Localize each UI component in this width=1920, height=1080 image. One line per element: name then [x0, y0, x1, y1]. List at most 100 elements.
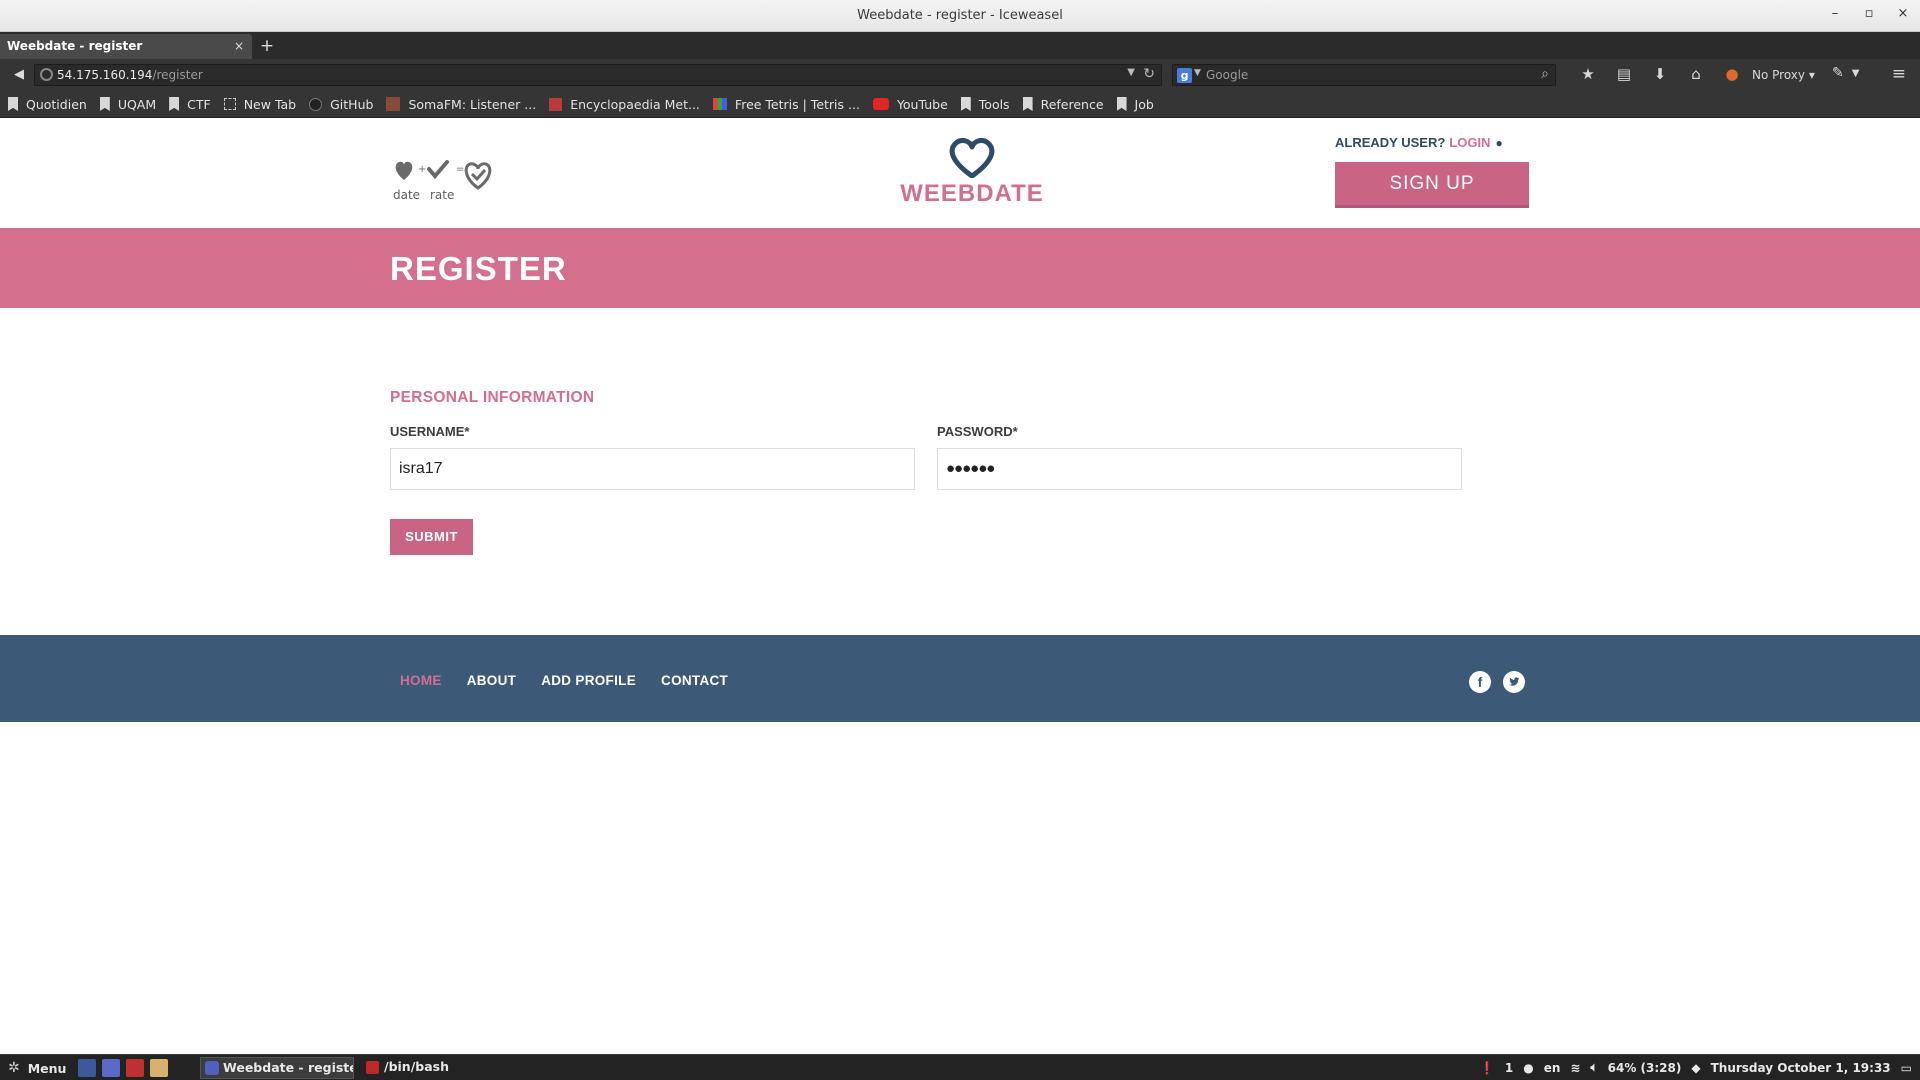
notification-count: 1 — [1504, 1060, 1514, 1075]
pen-tool-icon[interactable]: ✎ — [1832, 65, 1844, 81]
tetris-icon — [712, 98, 727, 110]
brand-logo[interactable]: WEEBDATE — [900, 136, 1044, 207]
taskbar-item-label: /bin/bash — [384, 1059, 449, 1074]
extension-icon[interactable]: ● — [1714, 65, 1750, 83]
gear-icon: ✲ — [8, 1060, 20, 1076]
password-input[interactable]: ●●●●●● — [937, 448, 1462, 490]
username-input[interactable] — [390, 448, 915, 490]
date-plus-rate-icon: + = — [395, 160, 492, 190]
footer-link-about[interactable]: ABOUT — [467, 673, 517, 688]
reload-icon[interactable]: ↻ — [1143, 66, 1155, 82]
terminal-icon — [366, 1061, 379, 1074]
new-tab-button[interactable]: + — [255, 34, 279, 59]
footer-link-contact[interactable]: CONTACT — [661, 673, 728, 688]
site-header: + = date rate WEEBDATE ALREADY USER? LOGI… — [0, 118, 1920, 228]
minimize-button[interactable]: – — [1828, 6, 1842, 21]
bookmark-reference[interactable]: Reference — [1022, 96, 1104, 112]
proxy-selector[interactable]: No Proxy ▾ — [1752, 68, 1815, 82]
reading-list-icon[interactable]: ▤ — [1606, 65, 1642, 83]
chat-icon[interactable]: ◆ — [1691, 1061, 1700, 1075]
bookmark-label: Tools — [978, 96, 1010, 112]
bookmark-label: UQAM — [117, 96, 157, 112]
password-label: PASSWORD* — [937, 424, 1018, 439]
logo-rate-label: rate — [430, 188, 455, 202]
desktop-taskbar: ✲ Menu Weebdate - register ... /bin/bash… — [0, 1054, 1920, 1080]
clock[interactable]: Thursday October 1, 19:33 — [1711, 1061, 1891, 1075]
pen-tool-dropdown-icon[interactable]: ▼ — [1852, 68, 1860, 79]
already-user-label: ALREADY USER? — [1335, 135, 1446, 150]
hamburger-menu-icon[interactable]: ≡ — [1892, 64, 1906, 84]
google-engine-icon[interactable]: g — [1177, 68, 1192, 83]
close-window-button[interactable]: × — [1896, 6, 1910, 21]
notification-icon[interactable]: ❗ — [1480, 1061, 1495, 1075]
footer-link-add-profile[interactable]: ADD PROFILE — [541, 673, 636, 688]
folder-icon — [1022, 97, 1033, 111]
bookmark-encyclopaedia[interactable]: Encyclopaedia Met... — [549, 97, 700, 112]
maximize-button[interactable]: ▫ — [1862, 6, 1876, 21]
bookmark-label: Reference — [1040, 96, 1104, 112]
twitter-icon[interactable] — [1503, 671, 1525, 693]
tab-weebdate-register[interactable]: Weebdate - register × — [0, 34, 252, 59]
bookmark-ctf[interactable]: CTF — [169, 97, 211, 112]
bookmark-tetris[interactable]: Free Tetris | Tetris ... — [712, 97, 860, 112]
taskbar-item-browser[interactable]: Weebdate - register ... — [200, 1057, 354, 1079]
system-tray: ❗ 1 ● en ≋ 🔈︎ 64% (3:28) ◆ Thursday Octo… — [1480, 1060, 1912, 1075]
bookmark-label: Encyclopaedia Met... — [570, 96, 700, 112]
user-icon[interactable]: ● — [1495, 136, 1502, 150]
back-arrow-icon[interactable]: ◀ — [8, 65, 30, 85]
bookmark-github[interactable]: GitHub — [309, 97, 373, 112]
taskbar-item-label: Weebdate - register ... — [223, 1060, 353, 1075]
section-title: PERSONAL INFORMATION — [390, 389, 595, 406]
browser-icon[interactable] — [102, 1059, 120, 1077]
bookmark-label: New Tab — [243, 96, 297, 112]
toolbar-icons: ★ ▤ ⬇ ⌂ ● — [1570, 65, 1750, 83]
bookmark-new-tab[interactable]: New Tab — [223, 96, 297, 112]
terminal-icon[interactable] — [126, 1059, 144, 1077]
start-menu-label: Menu — [27, 1060, 67, 1076]
window-controls: – ▫ × — [1828, 6, 1910, 21]
search-bar[interactable]: g ▼ ⌕ — [1172, 64, 1556, 86]
already-user-text: ALREADY USER? LOGIN ● — [1335, 135, 1503, 150]
bookmark-tools[interactable]: Tools — [960, 96, 1010, 112]
show-desktop-icon[interactable]: ▭ — [1901, 1061, 1912, 1075]
taskbar-item-terminal[interactable]: /bin/bash — [362, 1057, 502, 1079]
bookmark-quotidien[interactable]: Quotidien — [8, 97, 87, 112]
bookmark-somafm[interactable]: SomaFM: Listener ... — [386, 97, 536, 112]
window-titlebar: Weebdate - register - Iceweasel – ▫ × — [0, 0, 1920, 32]
submit-button[interactable]: SUBMIT — [390, 519, 473, 555]
bookmark-label: GitHub — [330, 96, 374, 112]
facebook-icon[interactable]: f — [1469, 671, 1491, 693]
folder-icon — [960, 97, 971, 111]
home-icon[interactable]: ⌂ — [1678, 65, 1714, 83]
url-history-dropdown-icon[interactable]: ▼ — [1127, 67, 1135, 78]
downloads-icon[interactable]: ⬇ — [1642, 65, 1678, 83]
footer-link-home[interactable]: HOME — [400, 673, 442, 688]
browser-icon — [205, 1061, 219, 1075]
tab-close-icon[interactable]: × — [234, 34, 244, 59]
quick-launch — [78, 1059, 168, 1077]
battery-status[interactable]: 64% (3:28) — [1608, 1061, 1682, 1075]
volume-icon[interactable]: 🔈︎ — [1590, 1060, 1597, 1075]
page-title: REGISTER — [390, 250, 567, 287]
bookmark-star-icon[interactable]: ★ — [1570, 65, 1606, 83]
bookmark-uqam[interactable]: UQAM — [99, 96, 157, 112]
search-input[interactable] — [1206, 67, 1506, 83]
engine-dropdown-icon[interactable]: ▼ — [1194, 68, 1201, 78]
wifi-icon[interactable]: ≋ — [1570, 1061, 1580, 1075]
url-text[interactable]: 54.175.160.194/register — [57, 68, 203, 82]
folder-icon — [99, 97, 110, 111]
encyclopaedia-icon — [549, 97, 563, 111]
search-go-icon[interactable]: ⌕ — [1541, 66, 1549, 82]
keyboard-layout[interactable]: en — [1544, 1061, 1561, 1075]
login-link[interactable]: LOGIN — [1449, 135, 1490, 150]
bookmark-youtube[interactable]: YouTube — [872, 97, 948, 112]
file-manager-icon[interactable] — [150, 1059, 168, 1077]
sign-up-button[interactable]: SIGN UP — [1335, 162, 1529, 208]
site-identity-icon[interactable] — [40, 68, 53, 81]
start-menu-button[interactable]: ✲ Menu — [8, 1060, 66, 1076]
bookmark-job[interactable]: Job — [1116, 97, 1154, 112]
url-bar[interactable]: 54.175.160.194/register ▼ ↻ — [34, 64, 1162, 86]
user-icon[interactable]: ● — [1523, 1061, 1533, 1075]
tab-label: Weebdate - register — [7, 39, 143, 53]
desktop-icon[interactable] — [78, 1059, 96, 1077]
